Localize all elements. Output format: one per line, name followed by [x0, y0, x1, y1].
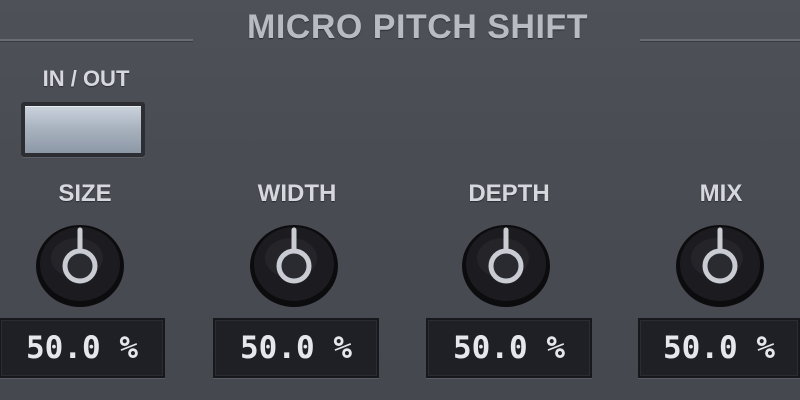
bypass-toggle-button[interactable] [21, 102, 145, 157]
depth-value-display[interactable]: 50.0 % [426, 318, 592, 378]
mix-knob[interactable] [674, 222, 766, 308]
size-value-display[interactable]: 50.0 % [0, 318, 165, 378]
depth-knob[interactable] [460, 222, 552, 308]
rotary-knob-icon [676, 225, 764, 307]
rotary-knob-icon [250, 225, 338, 307]
bypass-label: IN / OUT [42, 66, 130, 91]
size-label: SIZE [58, 180, 112, 207]
plugin-title: MICRO PITCH SHIFT [247, 8, 588, 46]
depth-label: DEPTH [468, 180, 550, 207]
width-knob[interactable] [248, 222, 340, 308]
rotary-knob-icon [462, 225, 550, 307]
rotary-knob-icon [36, 225, 124, 307]
title-divider-right [640, 39, 800, 41]
mix-value-display[interactable]: 50.0 % [638, 318, 800, 378]
plugin-panel: MICRO PITCH SHIFT IN / OUT SIZE 50.0 % W… [0, 0, 800, 400]
title-divider-left [0, 39, 193, 41]
width-label: WIDTH [257, 180, 337, 207]
size-knob[interactable] [34, 222, 126, 308]
mix-label: MIX [699, 180, 743, 207]
width-value-display[interactable]: 50.0 % [213, 318, 379, 378]
